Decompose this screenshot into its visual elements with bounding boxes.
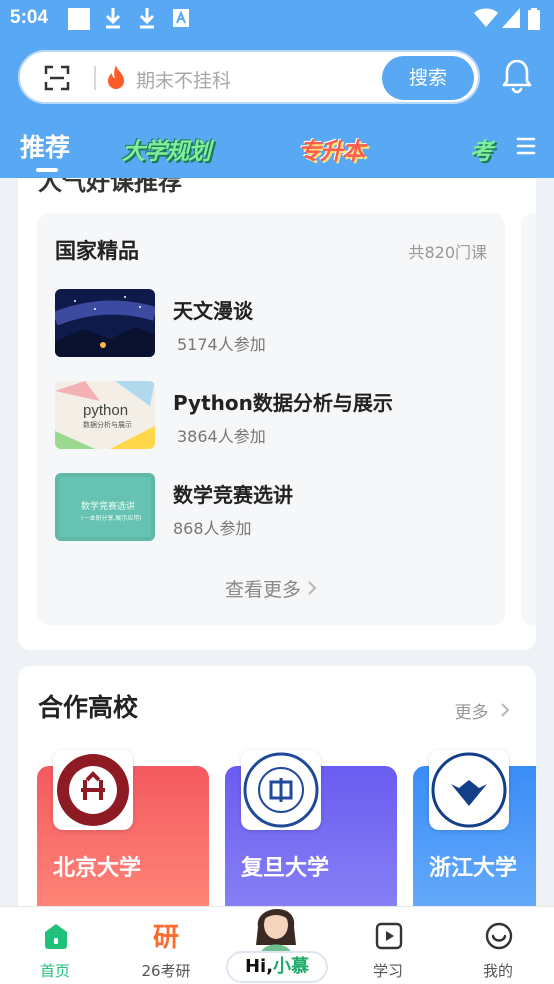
view-more-label: 查看更多 <box>224 579 301 601</box>
play-square-icon <box>375 922 403 950</box>
course-name: 天文漫谈 <box>173 299 253 323</box>
university-logo <box>53 750 133 830</box>
university-card[interactable]: 浙江大学 <box>413 750 536 926</box>
download-icon <box>105 8 121 29</box>
app-header: 5:04 期末不挂科 搜索 推荐 大学规划 专升本 考 <box>0 0 554 178</box>
section-title: 人气好课推荐 <box>38 178 182 196</box>
tab-active-indicator <box>36 168 58 172</box>
nav-kaoyan[interactable]: 研 26考研 <box>121 907 211 984</box>
university-name: 北京大学 <box>53 856 142 881</box>
course-item[interactable]: 数学竞赛选讲 (一本册分享,展示应用) 数学竞赛选讲 868人参加 <box>55 473 495 543</box>
nav-label: 学习 <box>372 962 403 980</box>
university-logo <box>429 750 509 830</box>
tab-exam[interactable]: 考 <box>470 132 493 166</box>
course-thumbnail <box>55 289 155 357</box>
search-button[interactable]: 搜索 <box>382 56 474 100</box>
national-quality-panel: 国家精品 共820门课 天文漫谈 5174人参加 python 数据分析与展示 … <box>37 213 505 625</box>
university-logo <box>241 750 321 830</box>
kaoyan-icon: 研 <box>152 923 179 953</box>
thumb-title: python <box>83 402 128 419</box>
course-thumbnail: 数学竞赛选讲 (一本册分享,展示应用) <box>55 473 155 541</box>
chevron-right-icon <box>501 703 510 717</box>
thumb-subtitle: (一本册分享,展示应用) <box>81 514 142 522</box>
battery-icon <box>528 8 540 30</box>
more-link[interactable]: 更多 <box>455 698 510 723</box>
status-bar: 5:04 <box>0 0 554 38</box>
course-name: Python数据分析与展示 <box>173 391 393 415</box>
university-card[interactable]: 北京大学 <box>37 750 209 926</box>
course-count: 共820门课 <box>408 243 487 262</box>
nav-study[interactable]: 学习 <box>343 907 433 984</box>
section-title: 合作高校 <box>38 693 139 722</box>
assistant-name: 小慕 <box>273 956 310 977</box>
notification-square-icon <box>68 8 90 30</box>
panel-title: 国家精品 <box>55 239 139 263</box>
search-divider <box>94 66 96 90</box>
home-icon <box>45 924 67 949</box>
status-time: 5:04 <box>10 7 49 28</box>
nav-label: 首页 <box>39 962 70 980</box>
fire-icon <box>108 65 124 89</box>
search-input[interactable]: 期末不挂科 <box>136 66 231 93</box>
wifi-icon <box>474 8 498 27</box>
smiley-icon <box>485 922 513 950</box>
app-notification-icon <box>173 9 189 27</box>
tab-university-plan[interactable]: 大学规划 <box>122 132 211 166</box>
course-participants: 3864人参加 <box>177 427 266 446</box>
tab-upgrade[interactable]: 专升本 <box>298 132 365 166</box>
course-name: 数学竞赛选讲 <box>173 483 293 507</box>
partner-universities-card: 合作高校 更多 北京大学 复旦大学 浙江大学 <box>18 666 536 926</box>
course-item[interactable]: 天文漫谈 5174人参加 <box>55 289 495 359</box>
course-participants: 868人参加 <box>173 519 252 538</box>
nav-mine[interactable]: 我的 <box>453 907 543 984</box>
category-tabs: 推荐 大学规划 专升本 考 <box>0 120 554 178</box>
bell-icon[interactable] <box>500 58 534 94</box>
assistant-button[interactable]: Hi,小慕 <box>226 951 328 983</box>
assistant-avatar[interactable] <box>246 897 306 955</box>
course-participants: 5174人参加 <box>177 335 266 354</box>
chevron-right-icon <box>308 581 317 595</box>
thumb-title: 数学竞赛选讲 <box>81 500 135 512</box>
course-thumbnail: python 数据分析与展示 <box>55 381 155 449</box>
nav-home[interactable]: 首页 <box>10 907 100 984</box>
nav-label: 我的 <box>482 962 513 980</box>
university-name: 复旦大学 <box>241 856 330 881</box>
tab-recommend[interactable]: 推荐 <box>20 128 70 164</box>
download-icon <box>139 8 155 29</box>
bottom-navigation: 首页 研 26考研 Hi,小慕 学习 我的 <box>0 906 554 984</box>
assistant-hi: Hi, <box>244 956 274 977</box>
menu-icon[interactable] <box>516 136 536 156</box>
more-label: 更多 <box>454 703 489 723</box>
course-item[interactable]: python 数据分析与展示 Python数据分析与展示 3864人参加 <box>55 381 495 451</box>
signal-icon <box>502 8 520 28</box>
university-name: 浙江大学 <box>429 856 518 881</box>
featured-courses-card: 人气好课推荐 国家精品 共820门课 天文漫谈 5174人参加 python 数… <box>18 178 536 650</box>
nav-label: 26考研 <box>141 962 191 980</box>
scan-icon[interactable] <box>44 65 70 91</box>
view-more-link[interactable]: 查看更多 <box>37 575 505 602</box>
thumb-subtitle: 数据分析与展示 <box>83 420 132 429</box>
next-panel-peek <box>521 213 536 625</box>
search-bar[interactable]: 期末不挂科 搜索 <box>18 50 480 104</box>
